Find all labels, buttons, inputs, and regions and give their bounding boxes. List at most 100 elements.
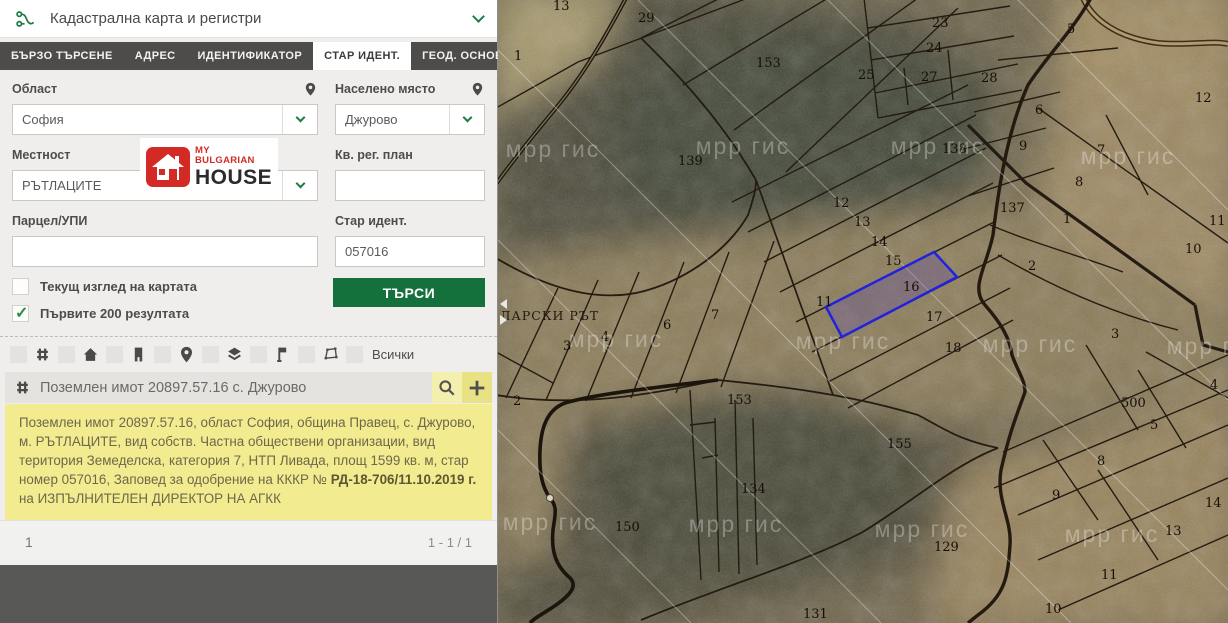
layer-checkbox[interactable] [202,346,219,363]
chevron-down-icon[interactable] [472,10,485,23]
flag-icon[interactable] [274,346,291,363]
watermark-text: мрр гис [506,136,601,162]
checkbox-current-view-row[interactable]: Текущ изглед на картата [12,278,197,295]
watermark-text: мрр гис [1167,333,1228,359]
sidebar: Кадастрална карта и регистри БЪРЗО ТЪРСЕ… [0,0,498,623]
parcel-upi-label: Парцел/УПИ [12,214,87,228]
kv-reg-plan-input[interactable] [336,171,484,200]
search-button[interactable]: ТЪРСИ [333,278,485,307]
parcel-label-1: 1 [514,49,522,64]
details-order-number: РД-18-706/11.10.2019 г. [331,472,476,487]
chevron-down-icon [295,179,305,189]
result-row[interactable]: Поземлен имот 20897.57.16 с. Джурово [5,372,492,403]
parcel-label-137: 137 [1000,201,1025,216]
layer-checkbox[interactable] [298,346,315,363]
location-pin-icon [470,81,485,97]
layer-checkbox[interactable] [154,346,171,363]
watermark-text: мрр гис [875,516,970,542]
parcel-label-153: 153 [756,56,781,71]
kv-reg-plan-label: Кв. рег. план [335,148,413,162]
branch-icon [14,9,36,29]
oblast-label: Област [12,82,57,96]
parcel-label-25: 25 [858,68,875,83]
parcel-label-13: 13 [854,215,871,230]
watermark-text: мрр гис [1081,143,1176,169]
parcel-label-10: 10 [1045,602,1062,617]
parcel-label-3: 3 [1111,327,1119,342]
parcel-label-4: 4 [1210,378,1218,393]
tab-0[interactable]: БЪРЗО ТЪРСЕНЕ [0,42,124,70]
checkbox-first-200-row[interactable]: Първите 200 резултата [12,305,197,322]
parcel-upi-input[interactable] [13,237,317,266]
mestnost-dropdown-button[interactable] [283,171,317,200]
current-view-label: Текущ изглед на картата [40,279,197,294]
parcel-label-11: 11 [1209,214,1226,229]
naseleno-dropdown-button[interactable] [450,105,484,134]
sidebar-footer [0,565,497,623]
chevron-down-icon [295,113,305,123]
red-house-icon [146,147,190,187]
first-200-checkbox[interactable] [12,305,29,322]
parcel-label-8: 8 [1097,454,1105,469]
parcel-upi-field [12,236,318,267]
layer-checkbox[interactable] [10,346,27,363]
star-ident-input[interactable] [336,237,484,266]
layer-checkbox[interactable] [250,346,267,363]
naseleno-myasto-select [335,104,485,135]
parcel-label-2: 2 [1028,259,1036,274]
parcel-label-11: 11 [816,295,833,310]
parcel-label-28: 28 [981,71,998,86]
parcel-label-153: 153 [727,393,752,408]
add-result-button[interactable] [462,372,492,403]
tab-2[interactable]: ИДЕНТИФИКАТОР [187,42,314,70]
home-icon[interactable] [82,346,99,363]
place-name-label: ЛАРСКИ РЪТ [500,308,599,323]
oblast-input[interactable] [13,105,282,134]
watermark-text: мрр гис [983,331,1078,357]
parcel-label-18: 18 [945,341,962,356]
parcel-label-6: 6 [1035,103,1043,118]
parcel-label-150: 150 [615,520,640,535]
watermark-text: мрр гис [1065,521,1160,547]
map-service-selector[interactable]: Кадастрална карта и регистри [0,0,497,38]
naseleno-myasto-input[interactable] [336,105,449,134]
layer-checkbox[interactable] [346,346,363,363]
watermark-text: мрр гис [503,509,598,535]
layers-icon[interactable] [226,346,243,363]
oblast-dropdown-button[interactable] [283,105,317,134]
cadastral-map[interactable]: 1329115325139232427285697812138121314151… [498,0,1228,623]
parcel-label-29: 29 [638,11,655,26]
parcel-label-12: 12 [1195,91,1212,106]
layer-checkbox[interactable] [106,346,123,363]
parcel-label-134: 134 [741,482,766,497]
building-icon[interactable] [130,346,147,363]
map-view[interactable]: 1329115325139232427285697812138121314151… [498,0,1228,623]
chevron-down-icon [462,113,472,123]
parcel-label-7: 7 [711,308,719,323]
tab-3-active[interactable]: СТАР ИДЕНТ. [313,42,411,70]
page-title: Кадастрална карта и регистри [50,10,474,27]
parcel-label-5: 5 [1150,418,1158,433]
parcel-label-155: 155 [887,437,912,452]
parcel-label-13: 13 [1165,524,1182,539]
grid-icon[interactable] [34,346,51,363]
parcel-label-500: 500 [1121,396,1146,411]
current-view-checkbox[interactable] [12,278,29,295]
parcel-label-8: 8 [1075,175,1083,190]
watermark-text: мрр гис [569,326,664,352]
result-details: Поземлен имот 20897.57.16, област София,… [5,404,492,520]
parcel-label-23: 23 [932,16,949,31]
parcel-label-9: 9 [1019,139,1027,154]
watermark-text: мрр гис [696,133,791,159]
parcel-label-13: 13 [553,0,570,14]
watermark-text: мрр гис [796,328,891,354]
tab-1[interactable]: АДРЕС [124,42,187,70]
location-pin-icon[interactable] [178,346,195,363]
layer-checkbox[interactable] [58,346,75,363]
watermark-text: мрр гис [689,511,784,537]
polygon-icon[interactable] [322,346,339,363]
page-number[interactable]: 1 [25,534,33,550]
naseleno-myasto-label: Населено място [335,82,435,96]
zoom-to-result-button[interactable] [432,372,462,403]
star-ident-field [335,236,485,267]
